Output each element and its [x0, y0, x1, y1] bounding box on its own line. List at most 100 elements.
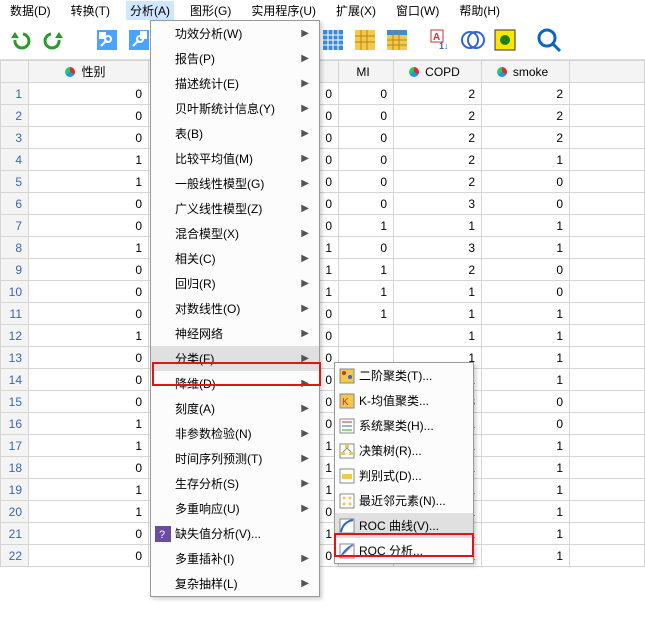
row-header[interactable]: 7 — [1, 215, 29, 237]
cell[interactable]: 0 — [339, 105, 394, 127]
value-labels-icon[interactable]: A1↓ — [426, 25, 456, 55]
row-header[interactable]: 15 — [1, 391, 29, 413]
cell[interactable]: 2 — [482, 83, 570, 105]
sets-icon[interactable] — [458, 25, 488, 55]
submenu-item[interactable]: 决策树(R)... — [335, 438, 473, 463]
cell-empty[interactable] — [570, 391, 645, 413]
cell[interactable]: 1 — [482, 303, 570, 325]
cell[interactable]: 1 — [482, 369, 570, 391]
submenu-item[interactable]: 二阶聚类(T)... — [335, 363, 473, 388]
row-header[interactable]: 5 — [1, 171, 29, 193]
cell[interactable]: 0 — [339, 149, 394, 171]
cell[interactable]: 1 — [29, 325, 149, 347]
cell-empty[interactable] — [570, 369, 645, 391]
menu-item[interactable]: 刻度(A)▶ — [151, 396, 319, 421]
column-header[interactable]: MI — [339, 61, 394, 83]
column-header[interactable]: smoke — [482, 61, 570, 83]
cell-empty[interactable] — [570, 171, 645, 193]
cell[interactable]: 2 — [394, 127, 482, 149]
cell-empty[interactable] — [570, 523, 645, 545]
menu-item[interactable]: 非参数检验(N)▶ — [151, 421, 319, 446]
cell[interactable]: 2 — [394, 83, 482, 105]
cell[interactable]: 0 — [29, 457, 149, 479]
row-header[interactable]: 8 — [1, 237, 29, 259]
cell-empty[interactable] — [570, 215, 645, 237]
cell[interactable]: 0 — [339, 171, 394, 193]
cell[interactable]: 0 — [29, 303, 149, 325]
row-header[interactable]: 13 — [1, 347, 29, 369]
menu-item[interactable]: 相关(C)▶ — [151, 246, 319, 271]
cell[interactable]: 0 — [482, 171, 570, 193]
cell-empty[interactable] — [570, 501, 645, 523]
row-header[interactable]: 12 — [1, 325, 29, 347]
cell-empty[interactable] — [570, 237, 645, 259]
menu-item[interactable]: 复杂抽样(L)▶ — [151, 571, 319, 596]
menubar-item[interactable]: 窗口(W) — [392, 1, 443, 20]
cell-empty[interactable] — [570, 193, 645, 215]
cell[interactable]: 1 — [29, 413, 149, 435]
cell-empty[interactable] — [570, 545, 645, 567]
row-header[interactable]: 6 — [1, 193, 29, 215]
menu-item[interactable]: 回归(R)▶ — [151, 271, 319, 296]
menubar-item[interactable]: 实用程序(U) — [247, 1, 320, 20]
cell-empty[interactable] — [570, 413, 645, 435]
cell-empty[interactable] — [570, 105, 645, 127]
row-header[interactable]: 1 — [1, 83, 29, 105]
submenu-item[interactable]: ROC 曲线(V)... — [335, 513, 473, 538]
submenu-item[interactable]: 系统聚类(H)... — [335, 413, 473, 438]
cell-empty[interactable] — [570, 127, 645, 149]
undo-icon[interactable] — [6, 25, 36, 55]
cell[interactable]: 1 — [482, 215, 570, 237]
cell[interactable]: 0 — [29, 281, 149, 303]
cell[interactable]: 1 — [482, 325, 570, 347]
column-header[interactable]: COPD — [394, 61, 482, 83]
submenu-item[interactable]: 最近邻元素(N)... — [335, 488, 473, 513]
cell[interactable]: 1 — [29, 149, 149, 171]
menu-item[interactable]: 多重插补(I)▶ — [151, 546, 319, 571]
cell[interactable]: 1 — [29, 171, 149, 193]
cell[interactable]: 0 — [482, 193, 570, 215]
cell[interactable]: 2 — [482, 127, 570, 149]
submenu-item[interactable]: ROC 分析... — [335, 538, 473, 563]
cell[interactable]: 0 — [339, 127, 394, 149]
cell[interactable]: 0 — [482, 259, 570, 281]
cell[interactable]: 1 — [482, 501, 570, 523]
cell[interactable]: 0 — [29, 215, 149, 237]
cell[interactable]: 3 — [394, 237, 482, 259]
row-header[interactable]: 17 — [1, 435, 29, 457]
cell[interactable]: 0 — [339, 193, 394, 215]
cell[interactable]: 1 — [29, 479, 149, 501]
cell-empty[interactable] — [570, 303, 645, 325]
cell-empty[interactable] — [570, 149, 645, 171]
cell[interactable]: 0 — [29, 545, 149, 567]
cell[interactable]: 1 — [482, 479, 570, 501]
cell[interactable]: 0 — [339, 237, 394, 259]
cell[interactable]: 1 — [482, 237, 570, 259]
cell[interactable]: 1 — [394, 281, 482, 303]
menu-item[interactable]: 一般线性模型(G)▶ — [151, 171, 319, 196]
menu-item[interactable]: 贝叶斯统计信息(Y)▶ — [151, 96, 319, 121]
cell[interactable]: 0 — [29, 369, 149, 391]
cell[interactable]: 3 — [394, 193, 482, 215]
row-header[interactable]: 22 — [1, 545, 29, 567]
row-header[interactable]: 18 — [1, 457, 29, 479]
row-header[interactable]: 21 — [1, 523, 29, 545]
cell[interactable] — [339, 325, 394, 347]
cell[interactable]: 1 — [29, 435, 149, 457]
menu-item[interactable]: 描述统计(E)▶ — [151, 71, 319, 96]
cell[interactable]: 1 — [339, 281, 394, 303]
cell[interactable]: 1 — [482, 545, 570, 567]
menu-item[interactable]: 混合模型(X)▶ — [151, 221, 319, 246]
cell-empty[interactable] — [570, 435, 645, 457]
cell[interactable]: 0 — [482, 281, 570, 303]
submenu-item[interactable]: 判别式(D)... — [335, 463, 473, 488]
menu-item[interactable]: 对数线性(O)▶ — [151, 296, 319, 321]
cell[interactable]: 1 — [394, 215, 482, 237]
column-header-empty[interactable] — [570, 61, 645, 83]
cell[interactable]: 0 — [29, 259, 149, 281]
submenu-item[interactable]: KK-均值聚类... — [335, 388, 473, 413]
cell[interactable]: 1 — [482, 523, 570, 545]
menubar-item[interactable]: 转换(T) — [67, 1, 114, 20]
menubar-item[interactable]: 帮助(H) — [455, 1, 504, 20]
menubar-item[interactable]: 数据(D) — [6, 1, 55, 20]
